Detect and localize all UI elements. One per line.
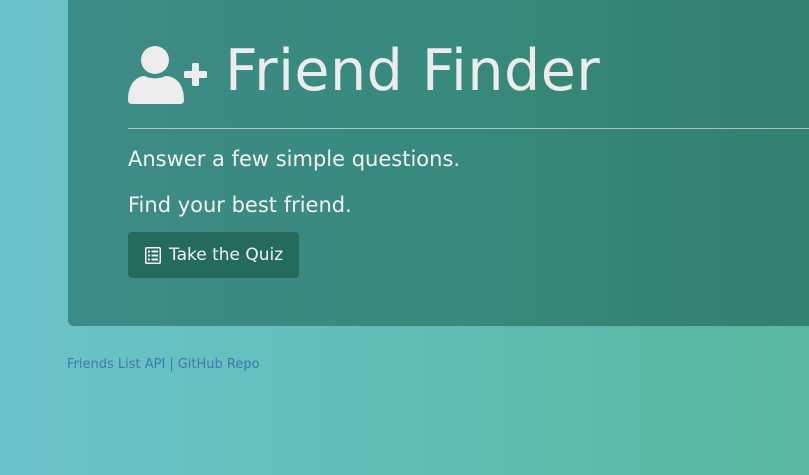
jumbotron: Friend Finder Answer a few simple questi…	[68, 0, 809, 326]
intro-line-1: Answer a few simple questions.	[128, 147, 461, 171]
list-alt-icon	[145, 246, 161, 264]
take-quiz-button[interactable]: Take the Quiz	[128, 232, 300, 278]
divider	[128, 128, 809, 129]
title-row: Friend Finder	[128, 36, 600, 106]
take-quiz-label: Take the Quiz	[169, 245, 284, 265]
friends-list-api-link[interactable]: Friends List API	[67, 357, 165, 372]
footer: Friends List API | GitHub Repo	[67, 357, 260, 372]
github-repo-link[interactable]: GitHub Repo	[178, 357, 260, 372]
page-title: Friend Finder	[225, 38, 601, 104]
user-plus-icon	[128, 46, 207, 104]
intro-line-2: Find your best friend.	[128, 193, 352, 217]
footer-separator: |	[169, 357, 174, 372]
